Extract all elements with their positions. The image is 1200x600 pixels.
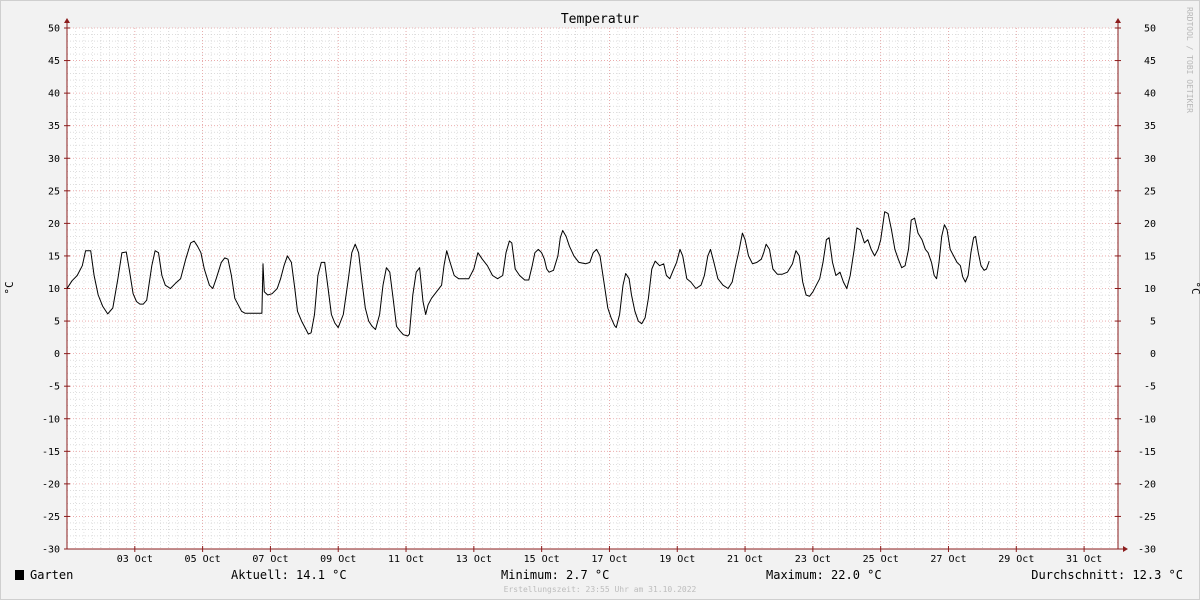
y-tick-label-right: 40 [1144,89,1156,100]
x-tick-label: 07 Oct [252,554,288,565]
y-tick-label-right: 20 [1144,219,1156,230]
x-tick-label: 09 Oct [320,554,356,565]
legend-series-name: Garten [30,568,73,582]
y-tick-label-right: 0 [1150,349,1156,360]
y-tick-label-right: 25 [1144,186,1156,197]
y-tick-label-right: -10 [1138,414,1156,425]
rrdtool-watermark: RRDTOOL / TOBI OETIKER [1185,7,1194,113]
x-tick-label: 05 Oct [185,554,221,565]
stat-current: Aktuell: 14.1 °C [231,568,347,582]
y-tick-label-right: 45 [1144,56,1156,67]
y-tick-label-left: 50 [48,24,60,35]
x-tick-label: 19 Oct [659,554,695,565]
stat-average: Durchschnitt: 12.3 °C [1031,568,1183,582]
y-tick-label-right: -20 [1138,479,1156,490]
y-tick-label-left: 5 [54,317,60,328]
x-tick-label: 25 Oct [863,554,899,565]
x-tick-label: 15 Oct [524,554,560,565]
y-axis-right-label: °C [1189,281,1200,294]
y-tick-label-right: -15 [1138,447,1156,458]
x-tick-label: 11 Oct [388,554,424,565]
y-tick-label-left: 25 [48,186,60,197]
x-tick-label: 23 Oct [795,554,831,565]
y-tick-label-left: -25 [42,512,60,523]
stat-maximum: Maximum: 22.0 °C [766,568,882,582]
y-tick-label-right: -5 [1144,382,1156,393]
x-tick-label: 29 Oct [998,554,1034,565]
y-tick-label-right: -25 [1138,512,1156,523]
y-axis-left-arrow [64,18,70,23]
y-tick-label-right: 50 [1144,24,1156,35]
x-tick-label: 13 Oct [456,554,492,565]
y-tick-label-left: -30 [42,545,60,556]
creation-time: Erstellungszeit: 23:55 Uhr am 31.10.2022 [504,585,697,594]
y-tick-label-right: 30 [1144,154,1156,165]
y-tick-label-left: -10 [42,414,60,425]
y-tick-label-left: 45 [48,56,60,67]
y-tick-label-right: 5 [1150,317,1156,328]
y-tick-label-left: -5 [48,382,60,393]
y-tick-label-left: 15 [48,251,60,262]
y-axis-left-label: °C [3,281,16,294]
y-tick-label-right: 15 [1144,251,1156,262]
legend-swatch [15,570,24,580]
x-tick-label: 31 Oct [1066,554,1102,565]
x-tick-label: 17 Oct [591,554,627,565]
y-tick-label-left: 0 [54,349,60,360]
y-tick-label-left: 10 [48,284,60,295]
y-tick-label-left: -15 [42,447,60,458]
y-tick-label-right: 35 [1144,121,1156,132]
y-tick-label-left: 20 [48,219,60,230]
stat-minimum: Minimum: 2.7 °C [501,568,609,582]
y-tick-label-right: 10 [1144,284,1156,295]
y-tick-label-left: 40 [48,89,60,100]
y-axis-left-labels: 50454035302520151050-5-10-15-20-25-30 [42,24,60,556]
y-tick-label-left: 35 [48,121,60,132]
y-axis-right-labels: 50454035302520151050-5-10-15-20-25-30 [1138,24,1156,556]
y-tick-label-right: -30 [1138,545,1156,556]
chart-title: Temperatur [561,12,639,27]
x-axis-labels: 03 Oct 05 Oct 07 Oct 09 Oct 11 Oct 13 Oct 15 O… [117,554,1102,565]
temperature-chart: 50454035302520151050-5-10-15-20-25-30 50… [3,7,1200,594]
y-tick-label-left: -20 [42,479,60,490]
x-axis-arrow [1123,546,1128,552]
x-tick-label: 03 Oct [117,554,153,565]
y-tick-label-left: 30 [48,154,60,165]
x-tick-label: 27 Oct [930,554,966,565]
x-tick-label: 21 Oct [727,554,763,565]
y-axis-right-arrow [1115,18,1121,23]
